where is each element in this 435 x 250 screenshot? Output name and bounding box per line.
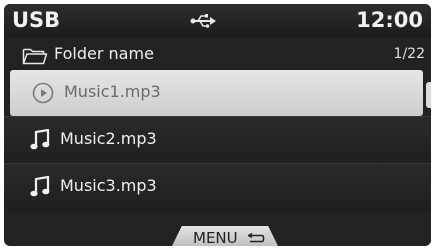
page-indicator: 1/22 [393, 46, 425, 62]
track-label: Music3.mp3 [60, 176, 157, 195]
clock: 12:00 [356, 8, 423, 32]
list-item[interactable]: Music2.mp3 [4, 116, 431, 163]
music-note-icon [30, 176, 50, 197]
back-arrow-icon [247, 232, 265, 243]
usb-icon [190, 14, 216, 28]
status-bar: USB 12:00 [4, 4, 431, 38]
track-label: Music2.mp3 [60, 129, 157, 148]
scroll-handle[interactable] [426, 82, 431, 108]
folder-name: Folder name [54, 44, 154, 63]
track-label: Music1.mp3 [64, 82, 161, 101]
list-item[interactable]: Music1.mp3 [10, 70, 423, 116]
folder-bar[interactable]: Folder name 1/22 [4, 40, 431, 70]
menu-label: MENU [193, 229, 238, 246]
list-item[interactable]: Music3.mp3 [4, 163, 431, 210]
play-circle-icon [32, 82, 54, 104]
track-list: Music1.mp3 Music2.mp3 Music3.mp3 [4, 70, 431, 210]
usb-music-screen: USB 12:00 Folder name 1/22 Music1.mp3 Mu… [4, 4, 431, 246]
folder-icon [22, 48, 48, 65]
music-note-icon [30, 129, 50, 150]
menu-button[interactable]: MENU [171, 226, 279, 246]
source-title: USB [12, 8, 61, 32]
